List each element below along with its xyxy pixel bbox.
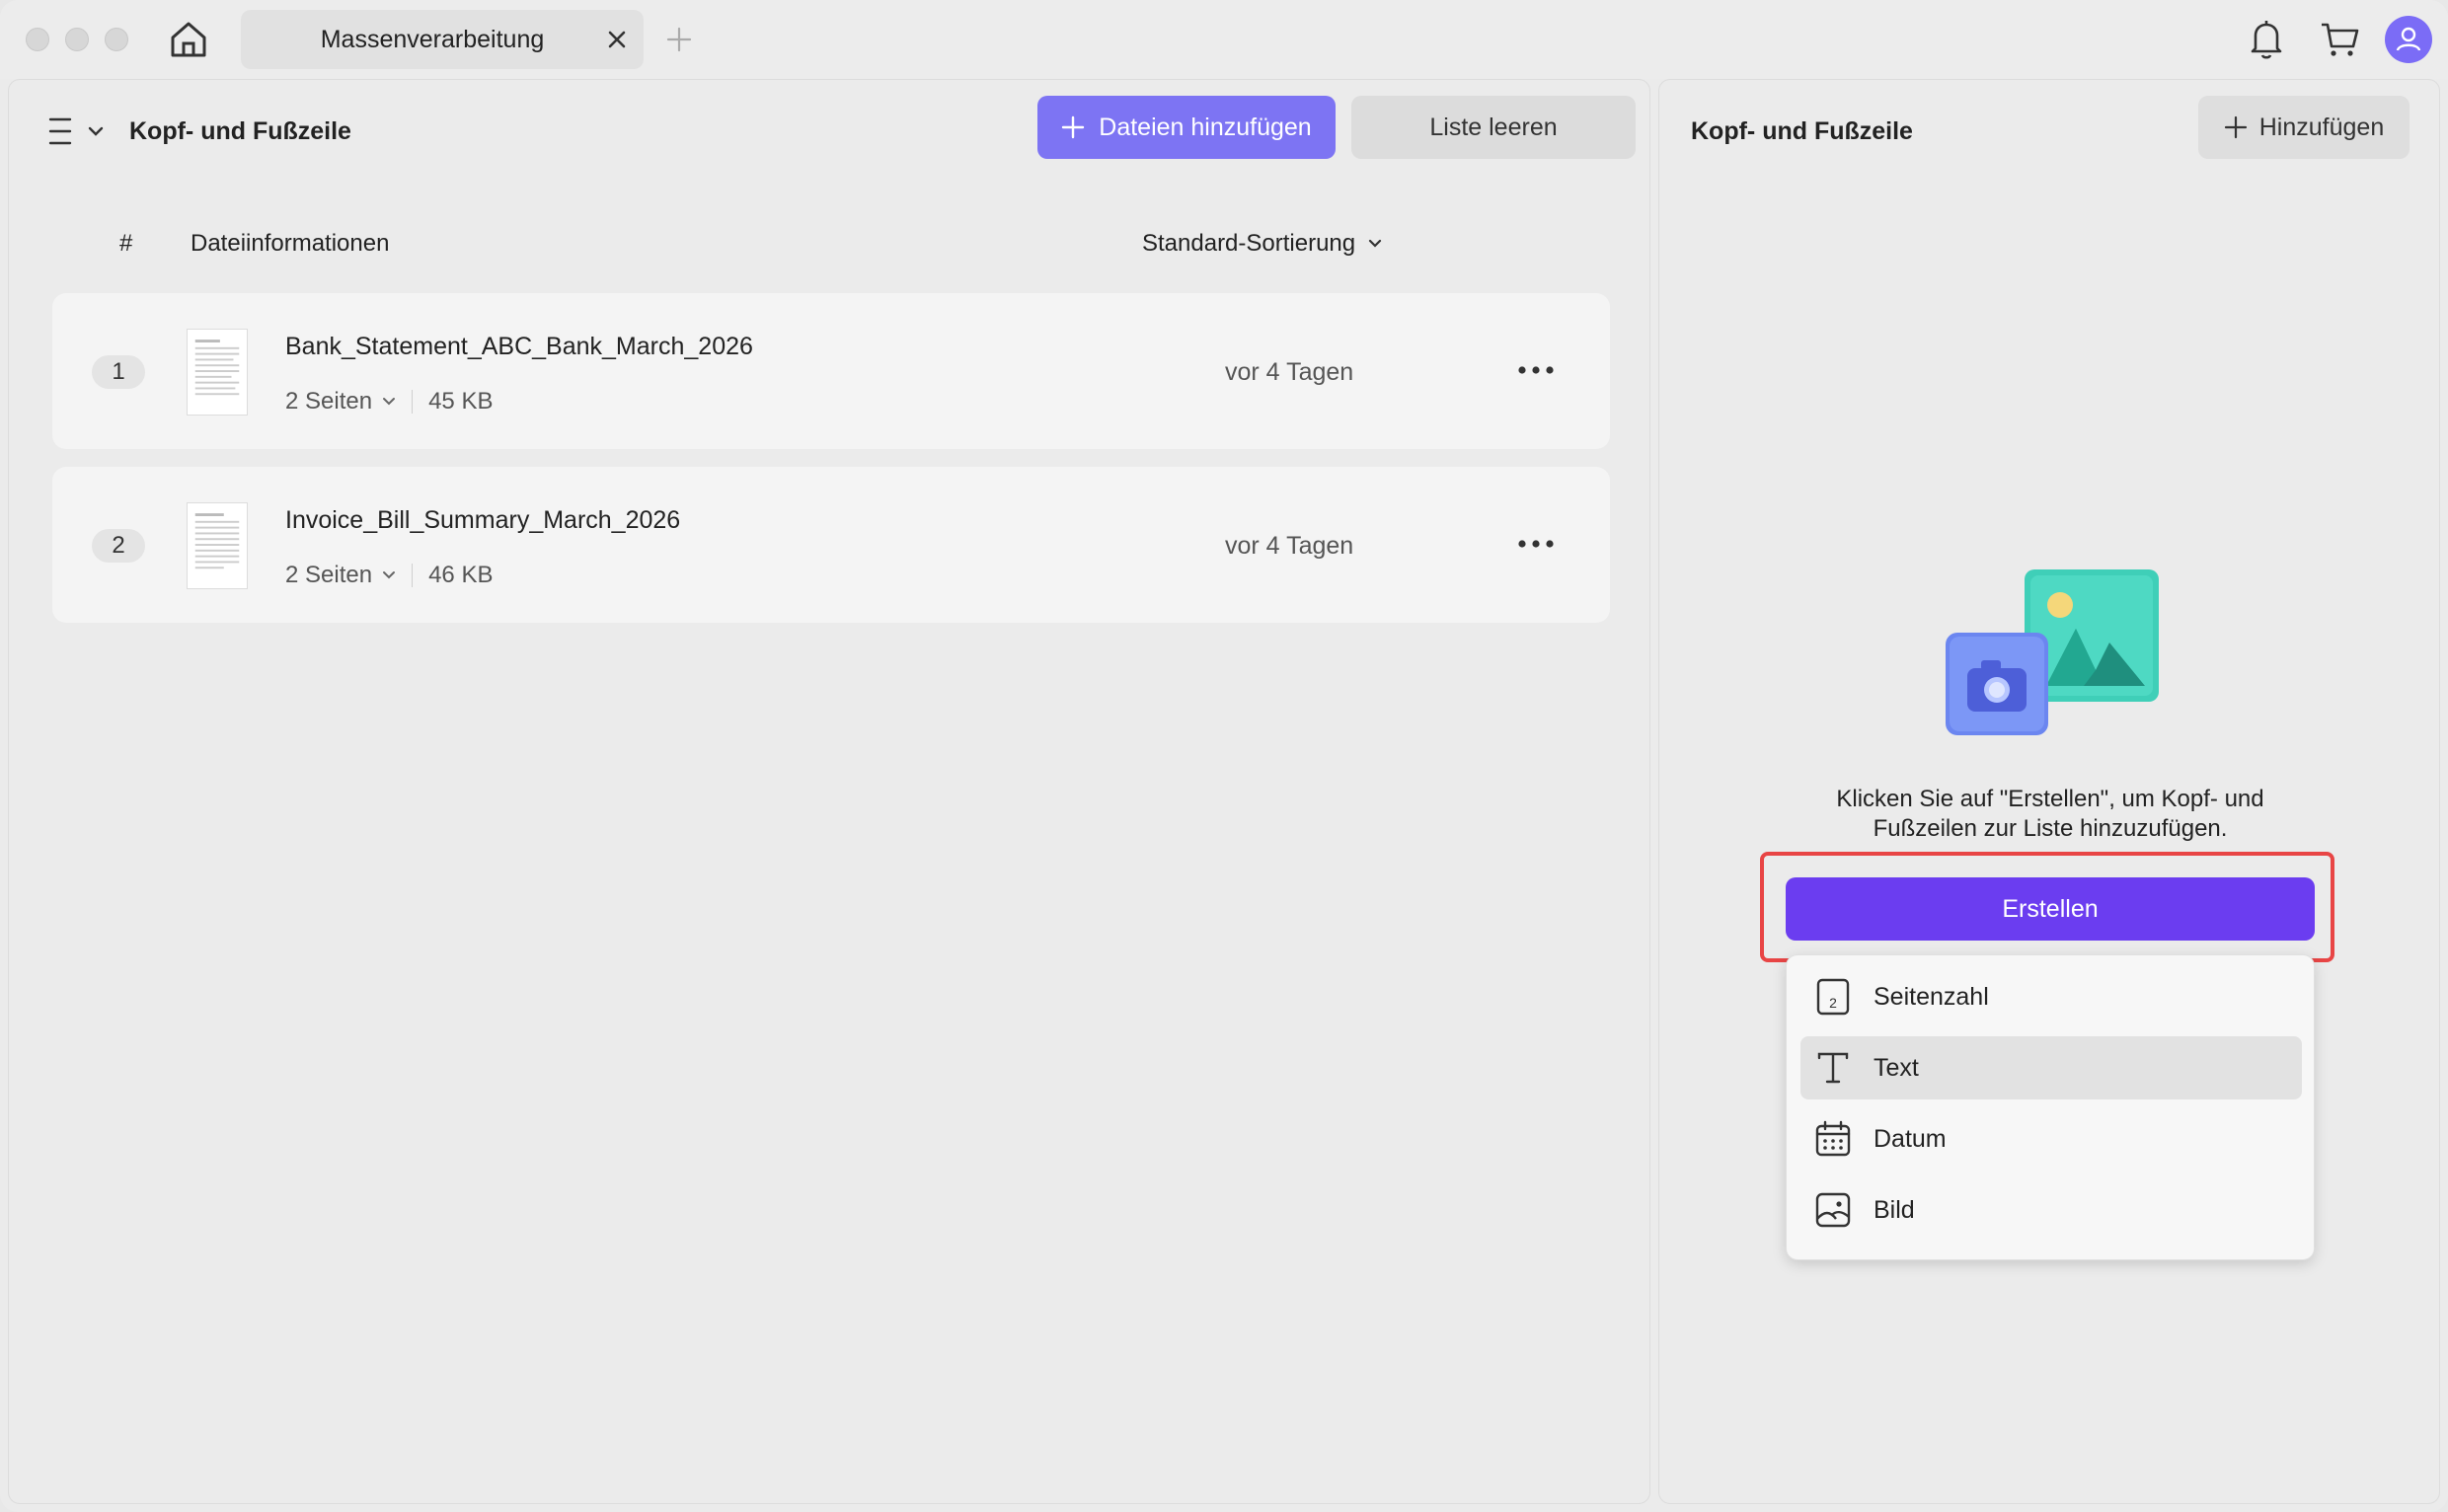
add-button[interactable]: Hinzufügen xyxy=(2198,96,2410,159)
panel-title: Kopf- und Fußzeile xyxy=(1691,117,1913,145)
window-close-control[interactable] xyxy=(26,28,49,51)
hint-line: Klicken Sie auf "Erstellen", um Kopf- un… xyxy=(1836,786,2264,812)
home-icon[interactable] xyxy=(168,19,209,60)
more-options-icon[interactable] xyxy=(1515,532,1557,556)
menu-item-page-number[interactable]: 2 Seitenzahl xyxy=(1800,965,2302,1028)
file-thumbnail xyxy=(187,502,248,589)
title-bar: Massenverarbeitung xyxy=(0,0,2448,79)
file-date: vor 4 Tagen xyxy=(1225,532,1354,560)
divider xyxy=(412,390,414,414)
file-date: vor 4 Tagen xyxy=(1225,358,1354,386)
avatar[interactable] xyxy=(2385,16,2432,63)
column-header-number: # xyxy=(119,230,133,257)
window-zoom-control[interactable] xyxy=(105,28,128,51)
text-icon xyxy=(1817,1052,1849,1084)
create-menu: 2 Seitenzahl Text Datum Bild xyxy=(1786,954,2315,1260)
table-row[interactable]: 2 Invoice_Bill_Summary_March_2026 2 Seit… xyxy=(52,467,1610,623)
empty-state-hint: Klicken Sie auf "Erstellen", um Kopf- un… xyxy=(1719,785,2382,844)
create-button[interactable]: Erstellen xyxy=(1786,877,2315,941)
row-number: 2 xyxy=(92,529,145,563)
tab-massenverarbeitung[interactable]: Massenverarbeitung xyxy=(241,10,644,69)
bell-icon[interactable] xyxy=(2247,18,2286,61)
file-name: Bank_Statement_ABC_Bank_March_2026 xyxy=(285,333,753,360)
panel-title: Kopf- und Fußzeile xyxy=(129,117,351,145)
add-files-button[interactable]: Dateien hinzufügen xyxy=(1037,96,1336,159)
file-meta: 2 Seiten 46 KB xyxy=(285,562,493,589)
file-size: 46 KB xyxy=(428,562,494,588)
column-header-info: Dateiinformationen xyxy=(191,230,390,257)
row-number: 1 xyxy=(92,355,145,389)
user-icon xyxy=(2396,27,2421,51)
more-options-icon[interactable] xyxy=(1515,358,1557,382)
image-icon xyxy=(1815,1192,1851,1228)
menu-item-text[interactable]: Text xyxy=(1800,1036,2302,1099)
file-size: 45 KB xyxy=(428,388,494,415)
create-label: Erstellen xyxy=(2002,894,2099,923)
plus-icon xyxy=(2224,115,2247,139)
close-icon[interactable] xyxy=(602,25,632,54)
menu-icon[interactable] xyxy=(46,113,110,149)
table-row[interactable]: 1 Bank_Statement_ABC_Bank_March_2026 2 S… xyxy=(52,293,1610,449)
sort-label: Standard-Sortierung xyxy=(1142,230,1356,257)
plus-icon[interactable] xyxy=(663,24,695,55)
menu-item-label: Seitenzahl xyxy=(1874,982,1989,1011)
hint-line: Fußzeilen zur Liste hinzuzufügen. xyxy=(1873,815,2228,842)
chevron-down-icon xyxy=(1369,239,1382,248)
add-label: Hinzufügen xyxy=(2258,113,2385,141)
file-name: Invoice_Bill_Summary_March_2026 xyxy=(285,506,681,534)
sort-dropdown[interactable]: Standard-Sortierung xyxy=(1142,230,1383,258)
menu-item-date[interactable]: Datum xyxy=(1800,1107,2302,1171)
divider xyxy=(412,564,414,587)
file-thumbnail xyxy=(187,329,248,416)
window-minimize-control[interactable] xyxy=(65,28,89,51)
file-meta: 2 Seiten 45 KB xyxy=(285,388,493,416)
chevron-down-icon xyxy=(383,571,396,579)
menu-item-image[interactable]: Bild xyxy=(1800,1178,2302,1242)
menu-item-label: Text xyxy=(1874,1053,1919,1082)
add-files-label: Dateien hinzufügen xyxy=(1099,113,1312,141)
menu-item-label: Bild xyxy=(1874,1195,1915,1224)
page-count-dropdown[interactable]: 2 Seiten xyxy=(285,388,396,416)
clear-list-button[interactable]: Liste leeren xyxy=(1351,96,1636,159)
page-number-icon: 2 xyxy=(1816,978,1850,1016)
page-count: 2 Seiten xyxy=(285,388,373,415)
file-list-panel: Kopf- und Fußzeile Dateien hinzufügen Li… xyxy=(8,79,1650,1504)
header-footer-panel: Kopf- und Fußzeile Hinzufügen Klicken Si… xyxy=(1658,79,2440,1504)
calendar-icon xyxy=(1815,1120,1851,1157)
cart-icon[interactable] xyxy=(2318,18,2361,61)
svg-text:2: 2 xyxy=(1829,995,1837,1011)
empty-state-illustration xyxy=(1946,569,2159,735)
menu-item-label: Datum xyxy=(1874,1124,1947,1153)
chevron-down-icon xyxy=(383,398,396,406)
app-window: Massenverarbeitung Kopf- und Fußzeile Da… xyxy=(0,0,2448,1512)
page-count: 2 Seiten xyxy=(285,562,373,588)
plus-icon xyxy=(1062,115,1085,139)
tab-label: Massenverarbeitung xyxy=(320,26,545,53)
clear-list-label: Liste leeren xyxy=(1429,113,1558,141)
page-count-dropdown[interactable]: 2 Seiten xyxy=(285,562,396,589)
